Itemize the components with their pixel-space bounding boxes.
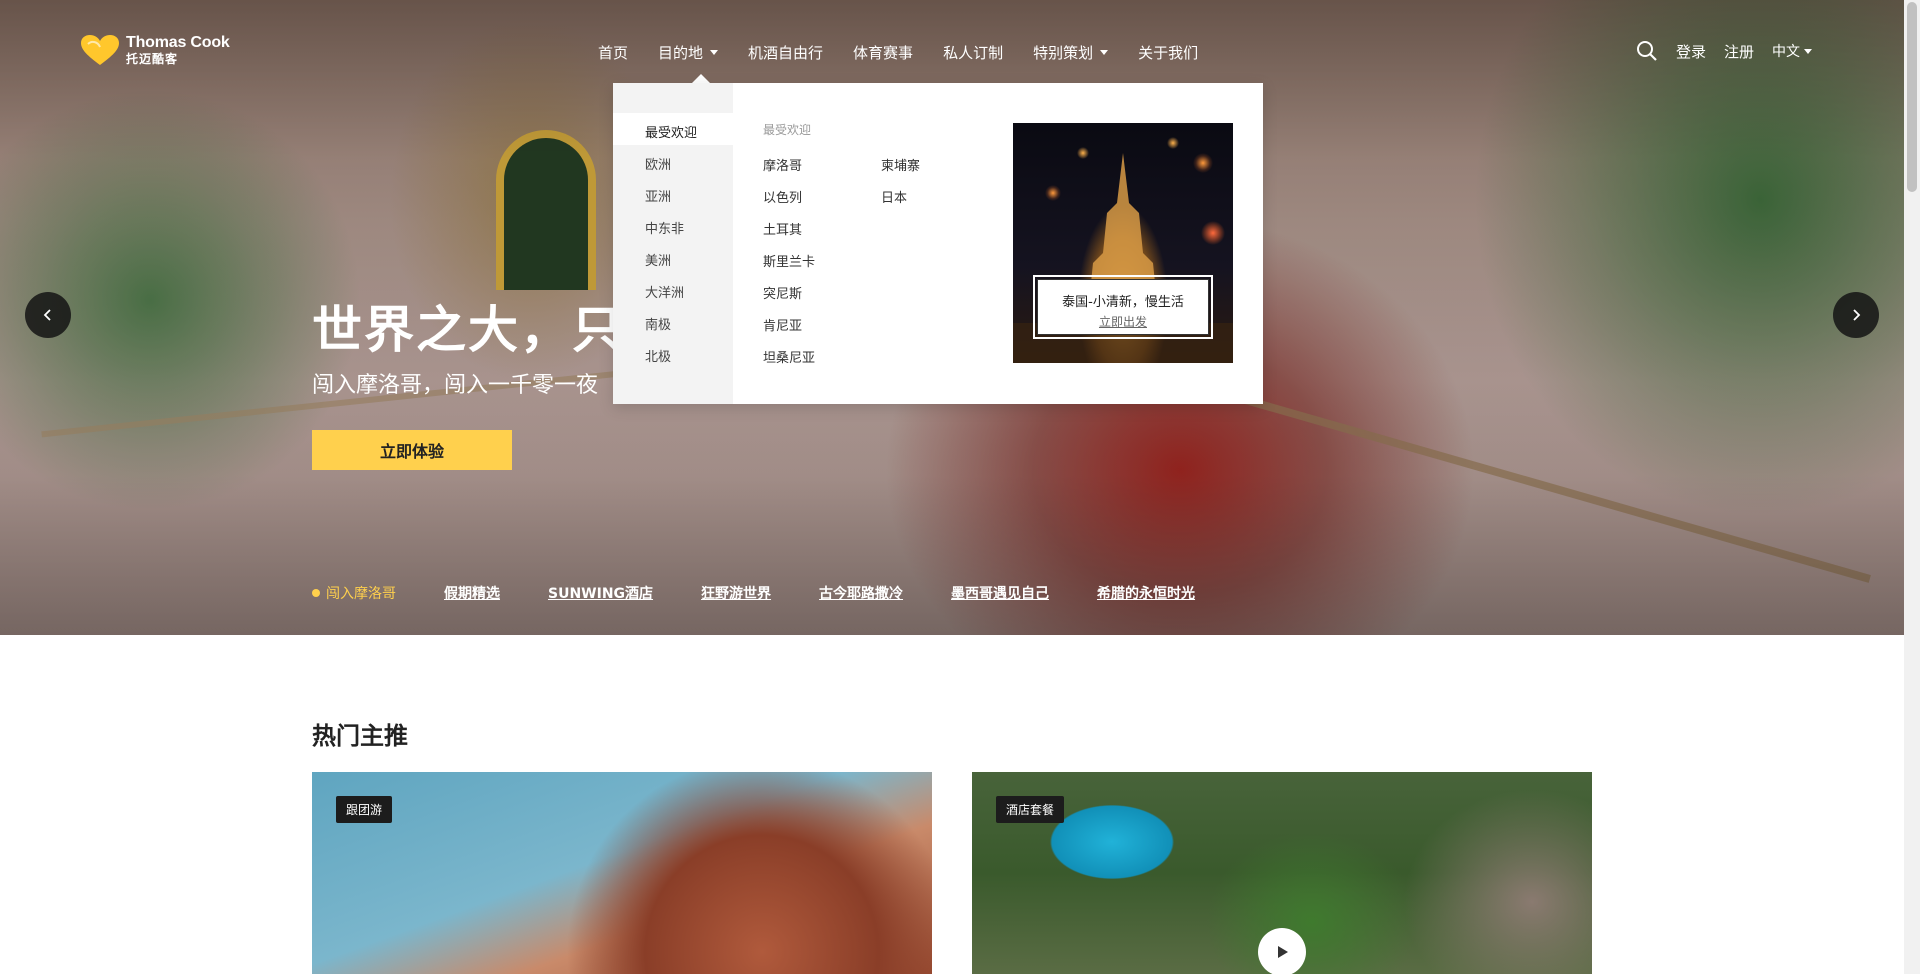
main-nav: 首页 目的地 机酒自由行 体育赛事 私人订制 特别策划 关于我们 bbox=[598, 42, 1228, 62]
nav-label: 目的地 bbox=[658, 43, 704, 62]
destination-link[interactable]: 摩洛哥 bbox=[763, 155, 802, 174]
chevron-right-icon bbox=[1853, 309, 1861, 321]
slide-tab-active[interactable]: 闯入摩洛哥 bbox=[312, 583, 396, 603]
region-item-asia[interactable]: 亚洲 bbox=[645, 186, 671, 205]
brand-name-cn: 托迈酷客 bbox=[126, 52, 179, 66]
region-item-antarctica[interactable]: 南极 bbox=[645, 314, 671, 333]
destination-link[interactable]: 土耳其 bbox=[763, 219, 802, 238]
nav-item-flight-hotel[interactable]: 机酒自由行 bbox=[748, 42, 823, 62]
destination-link[interactable]: 斯里兰卡 bbox=[763, 251, 815, 270]
destination-link[interactable]: 日本 bbox=[881, 187, 907, 206]
slide-tab[interactable]: 希腊的永恒时光 bbox=[1097, 583, 1195, 603]
destination-link[interactable]: 坦桑尼亚 bbox=[763, 347, 815, 366]
chevron-left-icon bbox=[43, 309, 51, 321]
slide-tab[interactable]: 假期精选 bbox=[444, 583, 500, 603]
slide-tab[interactable]: 墨西哥遇见自己 bbox=[951, 583, 1049, 603]
page-scrollbar[interactable] bbox=[1904, 0, 1920, 974]
region-item-arctic[interactable]: 北极 bbox=[645, 346, 671, 365]
promo-title: 泰国-小清新，慢生活 bbox=[1062, 295, 1184, 310]
slide-tab-label: 闯入摩洛哥 bbox=[326, 586, 396, 602]
slide-tab[interactable]: 狂野游世界 bbox=[701, 583, 771, 603]
destination-link[interactable]: 肯尼亚 bbox=[763, 315, 802, 334]
slide-tab[interactable]: SUNWING酒店 bbox=[548, 583, 653, 603]
nav-label: 首页 bbox=[598, 43, 629, 62]
promo-link[interactable]: 立即出发 bbox=[1038, 313, 1208, 330]
active-dot-icon bbox=[312, 589, 320, 597]
caret-down-icon bbox=[1804, 48, 1813, 54]
promo-image[interactable]: 泰国-小清新，慢生活 立即出发 bbox=[1013, 123, 1233, 363]
region-item-americas[interactable]: 美洲 bbox=[645, 250, 671, 269]
promo-card[interactable]: 泰国-小清新，慢生活 立即出发 bbox=[1033, 275, 1213, 339]
carousel-prev-button[interactable] bbox=[25, 292, 71, 338]
destination-link[interactable]: 以色列 bbox=[763, 187, 802, 206]
heart-logo-icon bbox=[81, 35, 119, 65]
login-link[interactable]: 登录 bbox=[1676, 41, 1706, 62]
region-list: 最受欢迎 欧洲 亚洲 中东非 美洲 大洋洲 南极 北极 bbox=[613, 83, 733, 404]
brand-name-en: Thomas Cook bbox=[126, 34, 230, 51]
caret-down-icon bbox=[710, 49, 719, 55]
play-button[interactable] bbox=[1258, 928, 1306, 974]
category-badge: 酒店套餐 bbox=[996, 796, 1065, 823]
nav-item-destinations[interactable]: 目的地 bbox=[658, 42, 719, 62]
nav-label: 关于我们 bbox=[1138, 43, 1199, 62]
nav-label: 私人订制 bbox=[943, 43, 1004, 62]
slide-tab[interactable]: 古今耶路撒冷 bbox=[819, 583, 903, 603]
dropdown-pointer bbox=[692, 74, 710, 83]
nav-label: 体育赛事 bbox=[853, 43, 914, 62]
play-icon bbox=[1278, 946, 1288, 958]
product-card[interactable]: 跟团游 bbox=[312, 772, 932, 974]
destinations-dropdown: 最受欢迎 欧洲 亚洲 中东非 美洲 大洋洲 南极 北极 最受欢迎 摩洛哥 以色列… bbox=[613, 83, 1263, 404]
destination-link[interactable]: 柬埔寨 bbox=[881, 155, 920, 174]
section-title: 热门主推 bbox=[312, 722, 408, 750]
nav-item-home[interactable]: 首页 bbox=[598, 42, 628, 62]
region-item-oceania[interactable]: 大洋洲 bbox=[645, 282, 684, 301]
search-icon[interactable] bbox=[1636, 40, 1658, 62]
region-item-europe[interactable]: 欧洲 bbox=[645, 154, 671, 173]
category-badge: 跟团游 bbox=[336, 796, 393, 823]
scrollbar-thumb[interactable] bbox=[1907, 2, 1917, 192]
carousel-next-button[interactable] bbox=[1833, 292, 1879, 338]
nav-item-custom[interactable]: 私人订制 bbox=[943, 42, 1003, 62]
destination-link[interactable]: 突尼斯 bbox=[763, 283, 802, 302]
hero-slide-tabs: 闯入摩洛哥 假期精选 SUNWING酒店 狂野游世界 古今耶路撒冷 墨西哥遇见自… bbox=[312, 583, 1243, 603]
nav-item-sports[interactable]: 体育赛事 bbox=[853, 42, 913, 62]
region-item-popular[interactable]: 最受欢迎 bbox=[645, 122, 697, 141]
hero-subtitle: 闯入摩洛哥，闯入一千零一夜 bbox=[312, 373, 599, 398]
language-select[interactable]: 中文 bbox=[1772, 41, 1813, 61]
brand-logo[interactable]: Thomas Cook 托迈酷客 bbox=[80, 34, 230, 66]
language-label: 中文 bbox=[1772, 44, 1801, 60]
dropdown-column-title: 最受欢迎 bbox=[763, 123, 812, 137]
caret-down-icon bbox=[1100, 49, 1109, 55]
register-link[interactable]: 注册 bbox=[1724, 41, 1754, 62]
nav-item-about[interactable]: 关于我们 bbox=[1138, 42, 1198, 62]
nav-item-special[interactable]: 特别策划 bbox=[1033, 42, 1109, 62]
header-actions: 登录 注册 中文 bbox=[1636, 40, 1813, 62]
hero-cta-button[interactable]: 立即体验 bbox=[312, 430, 512, 470]
nav-label: 特别策划 bbox=[1033, 43, 1094, 62]
nav-label: 机酒自由行 bbox=[748, 43, 824, 62]
product-card[interactable]: 酒店套餐 bbox=[972, 772, 1592, 974]
region-item-mideast-africa[interactable]: 中东非 bbox=[645, 218, 684, 237]
